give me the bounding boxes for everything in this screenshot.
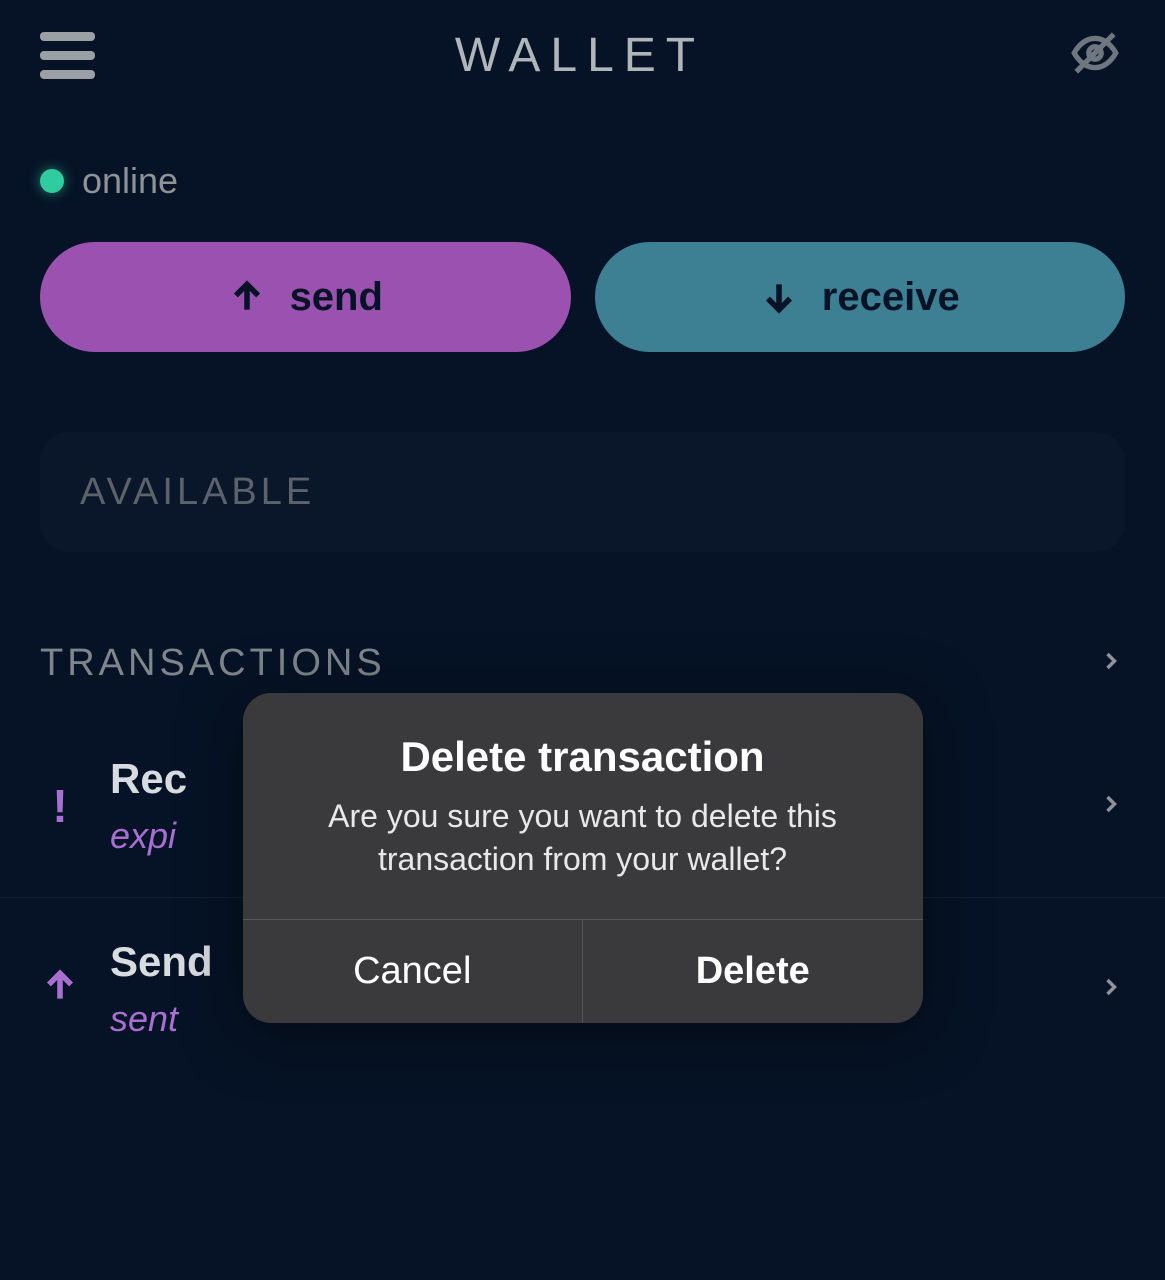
cancel-button[interactable]: Cancel xyxy=(243,920,583,1023)
delete-transaction-modal: Delete transaction Are you sure you want… xyxy=(243,693,923,1023)
modal-message: Are you sure you want to delete this tra… xyxy=(293,795,873,881)
modal-buttons: Cancel Delete xyxy=(243,919,923,1023)
modal-body: Delete transaction Are you sure you want… xyxy=(243,693,923,919)
delete-button[interactable]: Delete xyxy=(582,920,923,1023)
modal-title: Delete transaction xyxy=(293,733,873,781)
modal-backdrop: Delete transaction Are you sure you want… xyxy=(0,0,1165,1280)
